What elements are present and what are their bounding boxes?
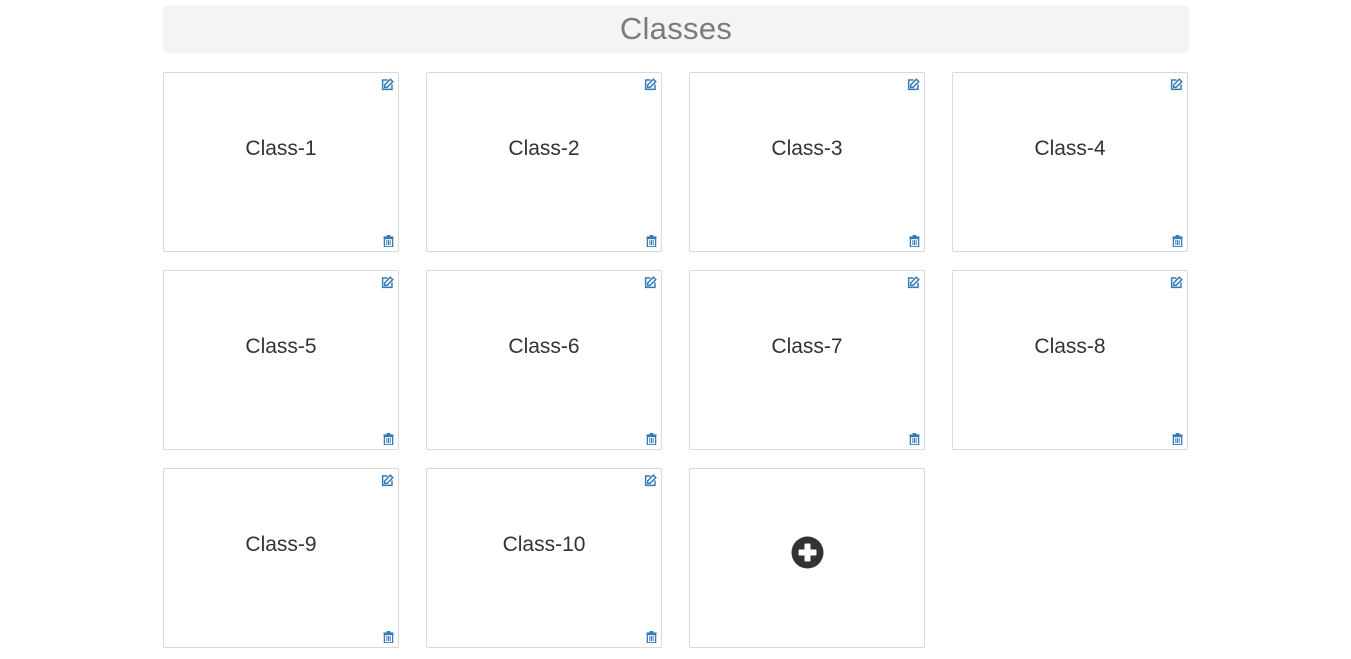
trash-icon[interactable] bbox=[908, 234, 920, 247]
add-class-card[interactable] bbox=[689, 468, 925, 648]
class-card[interactable]: Class-8 bbox=[952, 270, 1188, 450]
class-card[interactable]: Class-10 bbox=[426, 468, 662, 648]
class-grid: Class-1 Class-2 Class-3 Class-4 Class-5 … bbox=[163, 72, 1189, 648]
class-card[interactable]: Class-9 bbox=[163, 468, 399, 648]
class-label: Class-1 bbox=[245, 137, 317, 160]
trash-icon[interactable] bbox=[382, 432, 394, 445]
class-label: Class-8 bbox=[1034, 335, 1106, 358]
edit-icon[interactable] bbox=[1169, 77, 1183, 91]
class-card[interactable]: Class-1 bbox=[163, 72, 399, 252]
class-card[interactable]: Class-4 bbox=[952, 72, 1188, 252]
edit-icon[interactable] bbox=[1169, 275, 1183, 289]
class-card[interactable]: Class-7 bbox=[689, 270, 925, 450]
class-label: Class-3 bbox=[771, 137, 843, 160]
class-card[interactable]: Class-2 bbox=[426, 72, 662, 252]
class-card[interactable]: Class-6 bbox=[426, 270, 662, 450]
page-title: Classes bbox=[619, 11, 733, 46]
class-label: Class-4 bbox=[1034, 137, 1106, 160]
trash-icon[interactable] bbox=[645, 630, 657, 643]
class-label: Class-10 bbox=[502, 533, 586, 556]
class-label: Class-2 bbox=[508, 137, 580, 160]
edit-icon[interactable] bbox=[643, 275, 657, 289]
class-label: Class-7 bbox=[771, 335, 843, 358]
edit-icon[interactable] bbox=[643, 473, 657, 487]
page-header: Classes bbox=[163, 5, 1189, 53]
classes-page: Classes Class-1 Class-2 Class-3 Class-4 … bbox=[0, 0, 1351, 659]
trash-icon[interactable] bbox=[908, 432, 920, 445]
edit-icon[interactable] bbox=[643, 77, 657, 91]
class-card[interactable]: Class-5 bbox=[163, 270, 399, 450]
class-label: Class-6 bbox=[508, 335, 580, 358]
trash-icon[interactable] bbox=[645, 234, 657, 247]
edit-icon[interactable] bbox=[380, 473, 394, 487]
trash-icon[interactable] bbox=[1171, 432, 1183, 445]
edit-icon[interactable] bbox=[380, 275, 394, 289]
edit-icon[interactable] bbox=[906, 77, 920, 91]
trash-icon[interactable] bbox=[382, 630, 394, 643]
trash-icon[interactable] bbox=[1171, 234, 1183, 247]
class-label: Class-9 bbox=[245, 533, 317, 556]
edit-icon[interactable] bbox=[380, 77, 394, 91]
class-card[interactable]: Class-3 bbox=[689, 72, 925, 252]
class-label: Class-5 bbox=[245, 335, 317, 358]
edit-icon[interactable] bbox=[906, 275, 920, 289]
plus-circle-icon[interactable] bbox=[791, 536, 824, 569]
trash-icon[interactable] bbox=[645, 432, 657, 445]
trash-icon[interactable] bbox=[382, 234, 394, 247]
